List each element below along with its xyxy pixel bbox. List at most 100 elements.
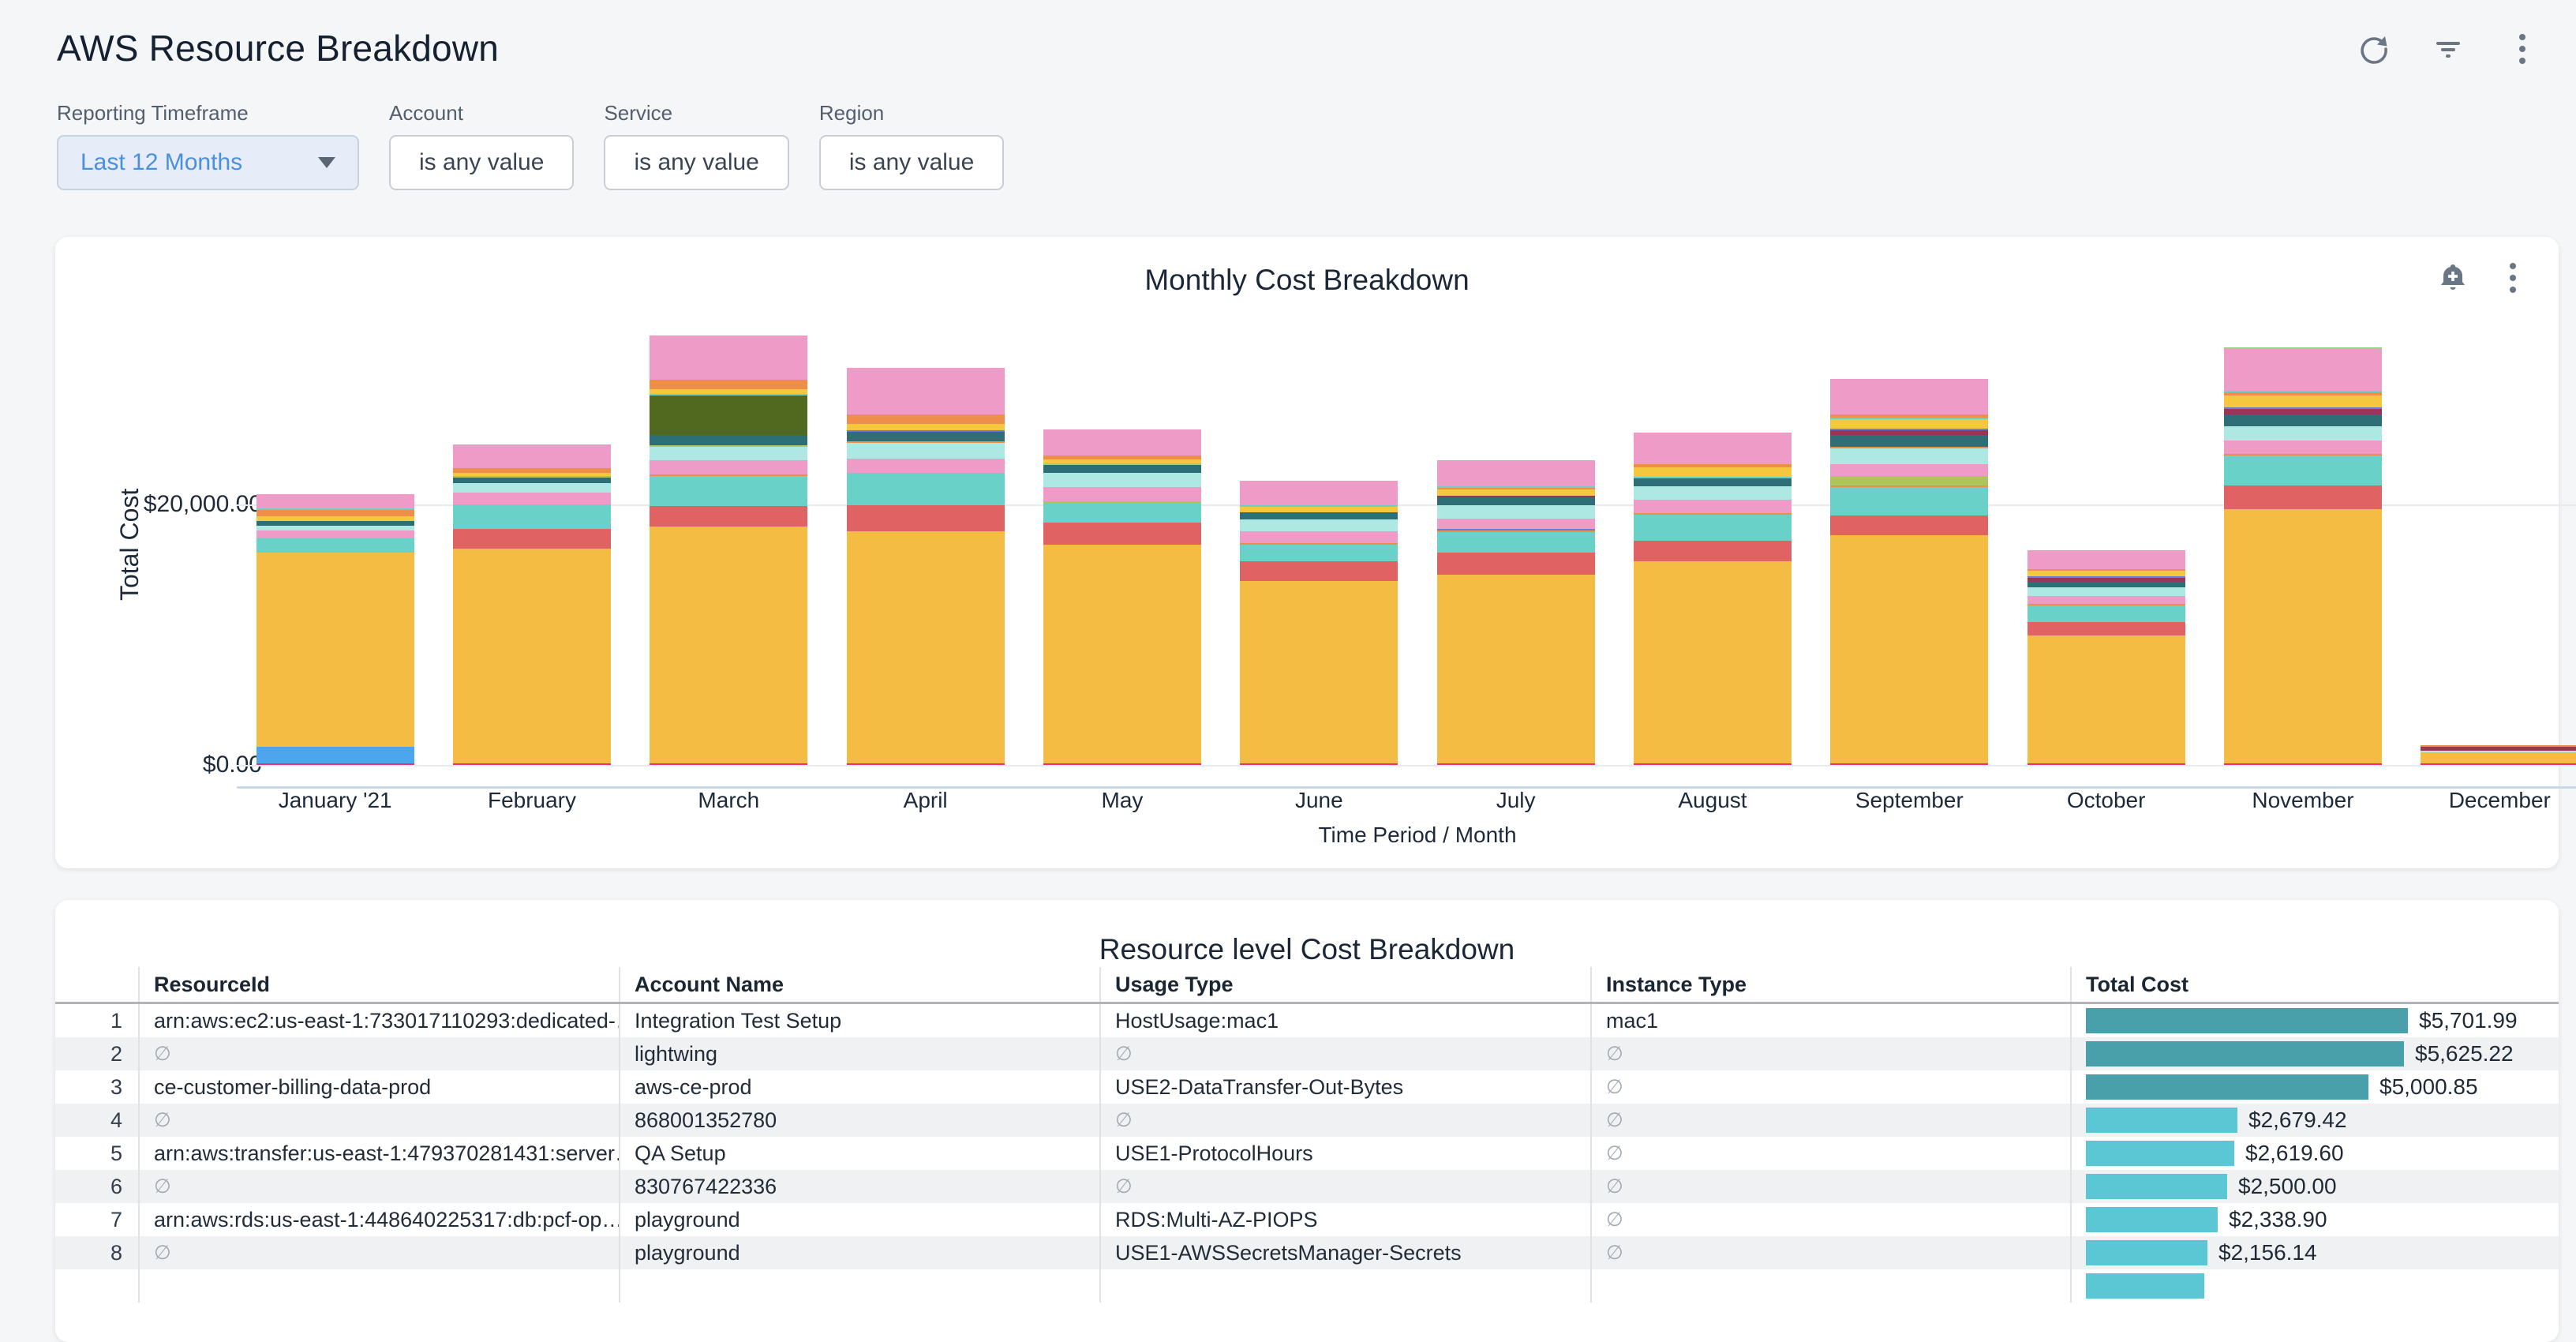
bar-segment-red[interactable] [650,506,807,527]
bar-column[interactable] [433,308,630,765]
bar-column[interactable] [1221,308,1417,765]
bar-segment-paleCyan[interactable] [1634,486,1792,500]
bar-segment-teal[interactable] [2027,605,2185,622]
bar-segment-pink[interactable] [847,459,1005,473]
bar-segment-darkTeal[interactable] [1240,512,1398,519]
bar-segment-pink[interactable] [1830,379,1988,414]
bar-segment-teal[interactable] [1634,515,1792,541]
bar-segment-yellow[interactable] [1634,467,1792,477]
bar-segment-pink[interactable] [1830,464,1988,476]
bar-segment-pink[interactable] [1634,500,1792,513]
column-header[interactable]: Account Name [619,967,1099,1002]
bar-segment-teal[interactable] [2224,455,2382,485]
bar-segment-orange[interactable] [650,380,807,389]
bar-segment-paleCyan[interactable] [1830,448,1988,464]
bar-segment-darkTeal[interactable] [453,478,611,483]
bar-column[interactable] [2204,308,2401,765]
table-row[interactable]: 8∅playgroundUSE1-AWSSecretsManager-Secre… [55,1236,2559,1269]
bar-column[interactable] [1811,308,2008,765]
dashboard-filters-button[interactable] [2429,30,2467,68]
bar-segment-red[interactable] [1240,561,1398,581]
chart-menu-button[interactable] [2494,259,2532,297]
bar-segment-blue[interactable] [256,747,414,763]
bar-segment-pink[interactable] [650,336,807,380]
bar-segment-pink[interactable] [1437,519,1595,529]
bar-segment-amber[interactable] [1043,545,1201,763]
bar-segment-pink[interactable] [2224,349,2382,391]
bar-segment-pink[interactable] [847,368,1005,414]
bar-segment-teal[interactable] [1830,487,1988,515]
bar-segment-amber[interactable] [453,549,611,763]
bar-segment-darkTeal[interactable] [1043,465,1201,473]
bar-segment-yellow[interactable] [1240,507,1398,512]
bar-segment-yellow[interactable] [2027,571,2185,576]
bar-segment-red[interactable] [1043,523,1201,545]
alert-bell-button[interactable] [2434,259,2472,297]
bar-segment-pink[interactable] [2027,596,2185,604]
bar-segment-red[interactable] [1830,515,1988,535]
region-filter-button[interactable]: is any value [819,135,1004,190]
bar-segment-darkTeal[interactable] [2027,582,2185,587]
bar-segment-darkTeal[interactable] [1437,497,1595,505]
timeframe-select[interactable]: Last 12 Months [57,135,359,190]
table-row[interactable]: 2∅lightwing∅∅$5,625.22 [55,1037,2559,1070]
dashboard-menu-button[interactable] [2503,30,2541,68]
bar-segment-amber[interactable] [2224,509,2382,763]
bar-segment-paleCyan[interactable] [1240,519,1398,531]
bar-segment-amber[interactable] [2421,752,2576,763]
bar-segment-paleCyan[interactable] [1437,505,1595,519]
bar-segment-red[interactable] [2027,622,2185,635]
bar-segment-pink[interactable] [256,530,414,538]
bar-segment-amber[interactable] [256,553,414,747]
bar-column[interactable] [2402,308,2576,765]
column-header[interactable]: Instance Type [1590,967,2070,1002]
bar-segment-pink[interactable] [1634,433,1792,464]
bar-segment-red[interactable] [847,505,1005,531]
column-header[interactable]: Usage Type [1099,967,1590,1002]
bar-segment-paleCyan[interactable] [847,443,1005,459]
bar-column[interactable] [1417,308,1614,765]
bar-segment-orange[interactable] [256,510,414,516]
table-row[interactable]: 7arn:aws:rds:us-east-1:448640225317:db:p… [55,1203,2559,1236]
bar-segment-amber[interactable] [1830,535,1988,763]
bar-segment-maroon[interactable] [2224,409,2382,414]
bar-segment-red[interactable] [1634,541,1792,561]
bar-segment-pink[interactable] [1043,429,1201,455]
bar-segment-teal[interactable] [650,476,807,506]
bar-segment-yellow[interactable] [2224,395,2382,407]
bar-segment-darkTeal[interactable] [2224,414,2382,426]
bar-segment-darkTeal[interactable] [847,432,1005,441]
bar-segment-yellow[interactable] [1830,419,1988,429]
bar-column[interactable] [237,308,433,765]
bar-segment-darkTeal[interactable] [1830,435,1988,447]
bar-segment-amber[interactable] [650,527,807,763]
account-filter-button[interactable]: is any value [389,135,574,190]
bar-segment-red[interactable] [1437,553,1595,575]
table-row[interactable] [55,1269,2559,1303]
bar-segment-pink[interactable] [2224,440,2382,454]
bar-segment-teal[interactable] [453,504,611,529]
bar-segment-amber[interactable] [2027,635,2185,763]
bar-segment-teal[interactable] [256,538,414,553]
bar-segment-pink[interactable] [453,444,611,468]
bar-segment-paleCyan[interactable] [650,447,807,460]
bar-segment-pink[interactable] [1240,481,1398,505]
bar-segment-paleCyan[interactable] [453,483,611,493]
bar-segment-pink[interactable] [1240,531,1398,543]
bar-segment-teal[interactable] [1043,503,1201,523]
bar-segment-paleCyan[interactable] [2224,426,2382,440]
table-row[interactable]: 4∅868001352780∅∅$2,679.42 [55,1104,2559,1137]
bar-segment-paleCyan[interactable] [1043,473,1201,487]
bar-segment-red[interactable] [453,529,611,549]
refresh-button[interactable] [2355,30,2393,68]
bar-segment-amber[interactable] [1240,581,1398,763]
bar-segment-yellow[interactable] [847,424,1005,430]
bar-segment-paleCyan[interactable] [2027,587,2185,596]
bar-segment-pink[interactable] [1437,460,1595,486]
bar-segment-pink[interactable] [256,494,414,508]
bar-segment-orange[interactable] [847,414,1005,424]
bar-segment-red[interactable] [2224,485,2382,509]
column-header[interactable]: Total Cost [2070,967,2559,1002]
bar-segment-lime[interactable] [1830,476,1988,485]
bar-segment-teal[interactable] [1240,545,1398,561]
